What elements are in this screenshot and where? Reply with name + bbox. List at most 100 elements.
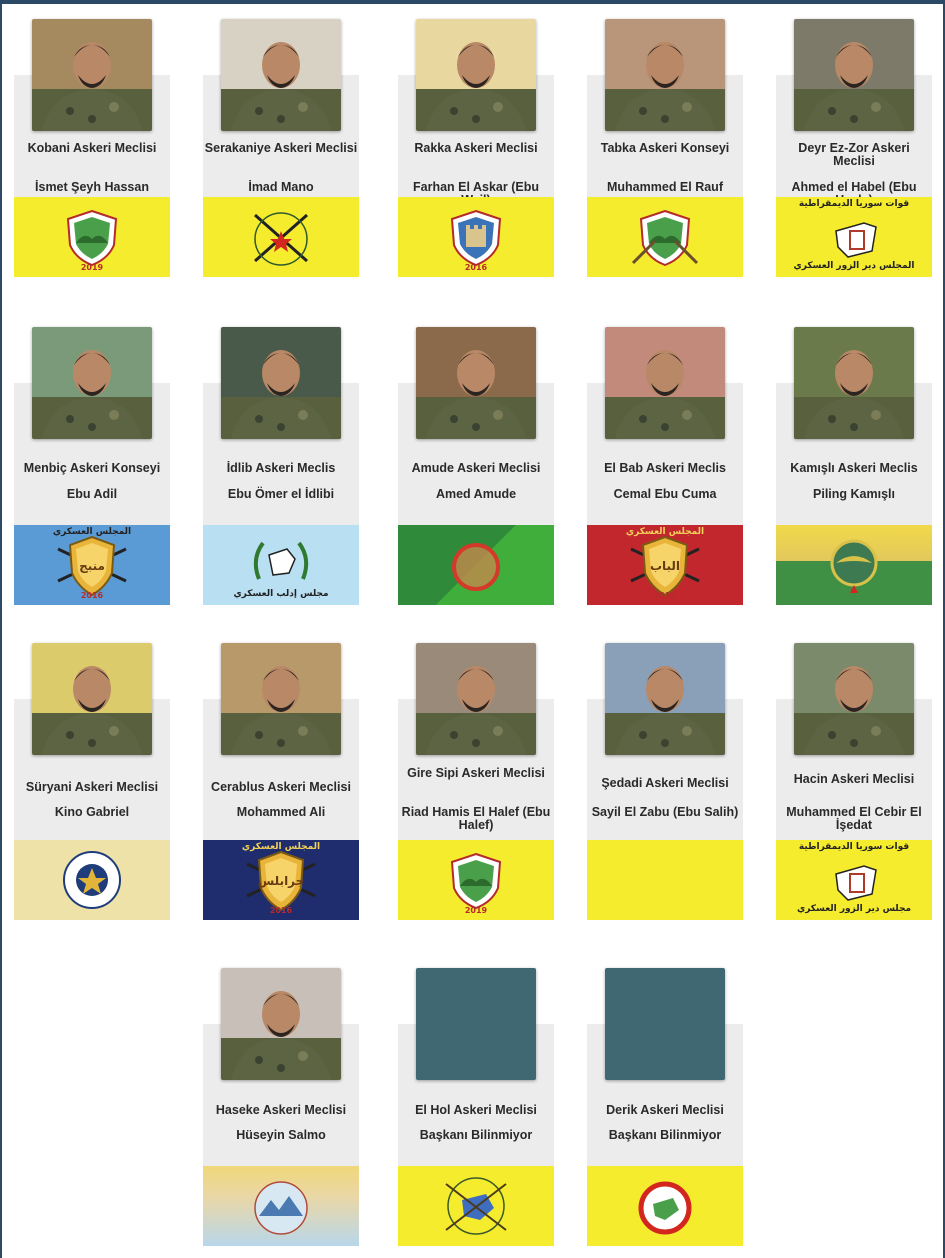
unknown-leader-placeholder — [416, 968, 536, 1080]
council-name: El Bab Askeri Meclis — [604, 461, 726, 475]
leader-name: Başkanı Bilinmiyor — [419, 1128, 533, 1142]
flag-text: جرابلس — [257, 874, 305, 888]
flag-text: 2019 — [464, 906, 488, 915]
council-flag: 2019 — [398, 840, 554, 920]
leader-name: Kino Gabriel — [54, 805, 130, 819]
mountain-map-emblem — [254, 1181, 308, 1235]
dam-shield-emblem — [631, 209, 699, 267]
council-card: İdlib Askeri Meclis Ebu Ömer el İdlibi مجل… — [203, 327, 359, 612]
portrait-photo — [416, 643, 536, 755]
map-rifles-emblem — [445, 1177, 507, 1235]
council-card: Amude Askeri Meclisi Amed Amude — [398, 327, 554, 612]
flag-text: مجلس إدلب العسكري — [233, 589, 329, 599]
portrait-photo — [605, 643, 725, 755]
eagle-emblem — [830, 539, 878, 593]
council-name: Kamışlı Askeri Meclis — [790, 461, 918, 475]
flag-text: 2019 — [80, 263, 104, 272]
council-card: Tabka Askeri Konseyi Muhammed El Rauf — [587, 19, 743, 304]
portrait-photo — [794, 327, 914, 439]
leader-name: İmad Mano — [248, 180, 314, 194]
flag-text: قوات سوريا الديمقراطية — [798, 842, 910, 852]
leader-name: Piling Kamışlı — [813, 487, 895, 501]
leader-photo — [221, 643, 341, 755]
leader-name: Amed Amude — [435, 487, 517, 501]
portrait-photo — [794, 643, 914, 755]
leader-photo — [605, 327, 725, 439]
council-flag — [776, 525, 932, 605]
portrait-photo — [32, 327, 152, 439]
leader-photo — [416, 19, 536, 131]
red-ring-map-emblem — [638, 1181, 692, 1235]
council-flag: 2019 — [14, 197, 170, 277]
leader-photo — [32, 327, 152, 439]
flag-text: 2016 — [653, 591, 677, 600]
portrait-photo — [32, 643, 152, 755]
council-name: El Hol Askeri Meclisi — [415, 1103, 537, 1117]
council-name: Serakaniye Askeri Meclisi — [204, 141, 358, 155]
flag-text: قوات سوريا الديمقراطية — [798, 199, 910, 209]
council-name: Hacin Askeri Meclisi — [793, 772, 915, 786]
portrait-photo — [605, 327, 725, 439]
council-card: Kobani Askeri Meclisi İsmet Şeyh Hassan 20… — [14, 19, 170, 304]
leader-name: Ebu Adil — [66, 487, 118, 501]
council-card: Hacin Askeri Meclisi Muhammed El Cebir El… — [776, 643, 932, 928]
council-name: Gire Sipi Askeri Meclisi — [407, 766, 545, 780]
council-name: Derik Askeri Meclisi — [606, 1103, 724, 1117]
leader-name: Hüseyin Salmo — [236, 1128, 326, 1142]
council-card: Şedadi Askeri Meclisi Sayil El Zabu (Ebu … — [587, 643, 743, 928]
unknown-leader-placeholder — [605, 968, 725, 1080]
flag-text: المجلس دير الزور العسكري — [793, 261, 915, 271]
council-flag — [203, 1166, 359, 1246]
council-card: El Hol Askeri Meclisi Başkanı Bilinmiyor — [398, 968, 554, 1253]
portrait-photo — [221, 327, 341, 439]
council-name: Tabka Askeri Konseyi — [600, 141, 730, 155]
council-card: El Bab Askeri Meclis Cemal Ebu Cuma المجلس… — [587, 327, 743, 612]
red-circle-emblem — [452, 543, 500, 591]
leader-photo — [794, 19, 914, 131]
leader-photo — [32, 19, 152, 131]
council-name: Haseke Askeri Meclisi — [215, 1103, 347, 1117]
council-name: İdlib Askeri Meclis — [226, 461, 336, 475]
flag-text: المجلس العسكري — [52, 527, 132, 537]
council-card: Gire Sipi Askeri Meclisi Riad Hamis El Ha… — [398, 643, 554, 928]
council-name: Menbiç Askeri Konseyi — [23, 461, 161, 475]
leader-photo — [605, 643, 725, 755]
leader-name: Başkanı Bilinmiyor — [608, 1128, 722, 1142]
leader-photo — [416, 643, 536, 755]
leader-photo — [416, 327, 536, 439]
leader-name: Riad Hamis El Halef (Ebu Halef) — [401, 805, 551, 832]
portrait-photo — [32, 19, 152, 131]
council-flag — [587, 1166, 743, 1246]
council-name: Süryani Askeri Meclisi — [25, 780, 159, 794]
council-card: Cerablus Askeri Meclisi Mohammed Ali المجل… — [203, 643, 359, 928]
council-card: Süryani Askeri Meclisi Kino Gabriel — [14, 643, 170, 928]
council-name: Cerablus Askeri Meclisi — [211, 780, 351, 794]
leader-name: Muhammed El Rauf — [607, 180, 723, 194]
council-card: Deyr Ez-Zor Askeri Meclisi Ahmed el Habel… — [776, 19, 932, 304]
leader-photo — [32, 643, 152, 755]
portrait-photo — [416, 327, 536, 439]
leader-name: İsmet Şeyh Hassan — [35, 180, 149, 194]
flag-text: منبج — [79, 559, 105, 573]
flag-text: 2016 — [464, 263, 488, 272]
flag-text: 2016 — [80, 591, 104, 600]
council-grid: Kobani Askeri Meclisi İsmet Şeyh Hassan 20… — [0, 0, 945, 1258]
council-flag — [587, 840, 743, 920]
council-card: Serakaniye Askeri Meclisi İmad Mano — [203, 19, 359, 304]
council-flag: 2016 — [398, 197, 554, 277]
council-name: Amude Askeri Meclisi — [411, 461, 541, 475]
leader-photo — [221, 968, 341, 1080]
flag-text: المجلس العسكري — [625, 527, 705, 537]
leader-name: Muhammed El Cebir El İşedat — [786, 805, 922, 832]
council-flag — [203, 197, 359, 277]
council-flag: المجلس العسكري منبج 2016 — [14, 525, 170, 605]
council-flag: المجلس العسكري الباب 2016 — [587, 525, 743, 605]
council-card: Haseke Askeri Meclisi Hüseyin Salmo — [203, 968, 359, 1253]
council-flag: قوات سوريا الديمقراطية المجلس دير الزور ا… — [776, 197, 932, 277]
council-card: Menbiç Askeri Konseyi Ebu Adil المجلس العس… — [14, 327, 170, 612]
council-card: Derik Askeri Meclisi Başkanı Bilinmiyor — [587, 968, 743, 1253]
portrait-photo — [605, 19, 725, 131]
leader-photo — [794, 643, 914, 755]
leader-name: Cemal Ebu Cuma — [613, 487, 717, 501]
crossed-rifles-emblem — [254, 212, 308, 266]
